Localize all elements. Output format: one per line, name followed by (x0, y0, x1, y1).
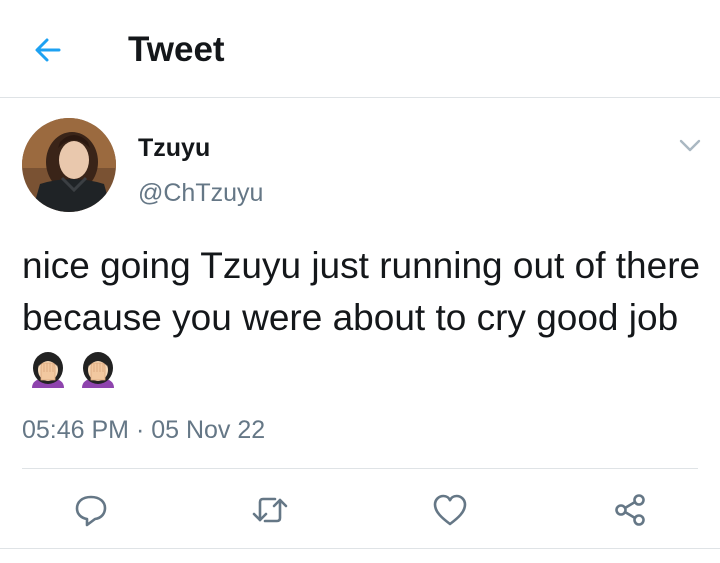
tweet-menu-button[interactable] (676, 132, 704, 160)
heart-icon (433, 494, 467, 526)
top-bar: Tweet (0, 0, 720, 98)
avatar[interactable] (22, 118, 116, 212)
bottom-divider (0, 548, 720, 549)
share-button[interactable] (610, 490, 650, 530)
reply-icon (75, 495, 107, 527)
divider (22, 468, 698, 469)
reply-button[interactable] (71, 490, 111, 530)
author-handle[interactable]: @ChTzuyu (138, 178, 263, 208)
profile-photo (22, 118, 116, 212)
retweet-icon (252, 497, 288, 523)
back-button[interactable] (28, 30, 68, 70)
arrow-left-icon (35, 38, 61, 62)
like-button[interactable] (430, 490, 470, 530)
retweet-button[interactable] (250, 490, 290, 530)
tweet-timestamp[interactable]: 05:46 PM · 05 Nov 22 (22, 414, 265, 446)
tweet-body: nice going Tzuyu just running out of the… (22, 240, 712, 396)
page-title: Tweet (128, 30, 225, 69)
person-facepalming-emoji (32, 352, 64, 388)
tweet-text: nice going Tzuyu just running out of the… (22, 245, 701, 338)
author-display-name[interactable]: Tzuyu (138, 133, 210, 163)
person-facepalming-emoji (82, 352, 114, 388)
chevron-down-icon (679, 139, 701, 152)
share-icon (615, 494, 645, 526)
